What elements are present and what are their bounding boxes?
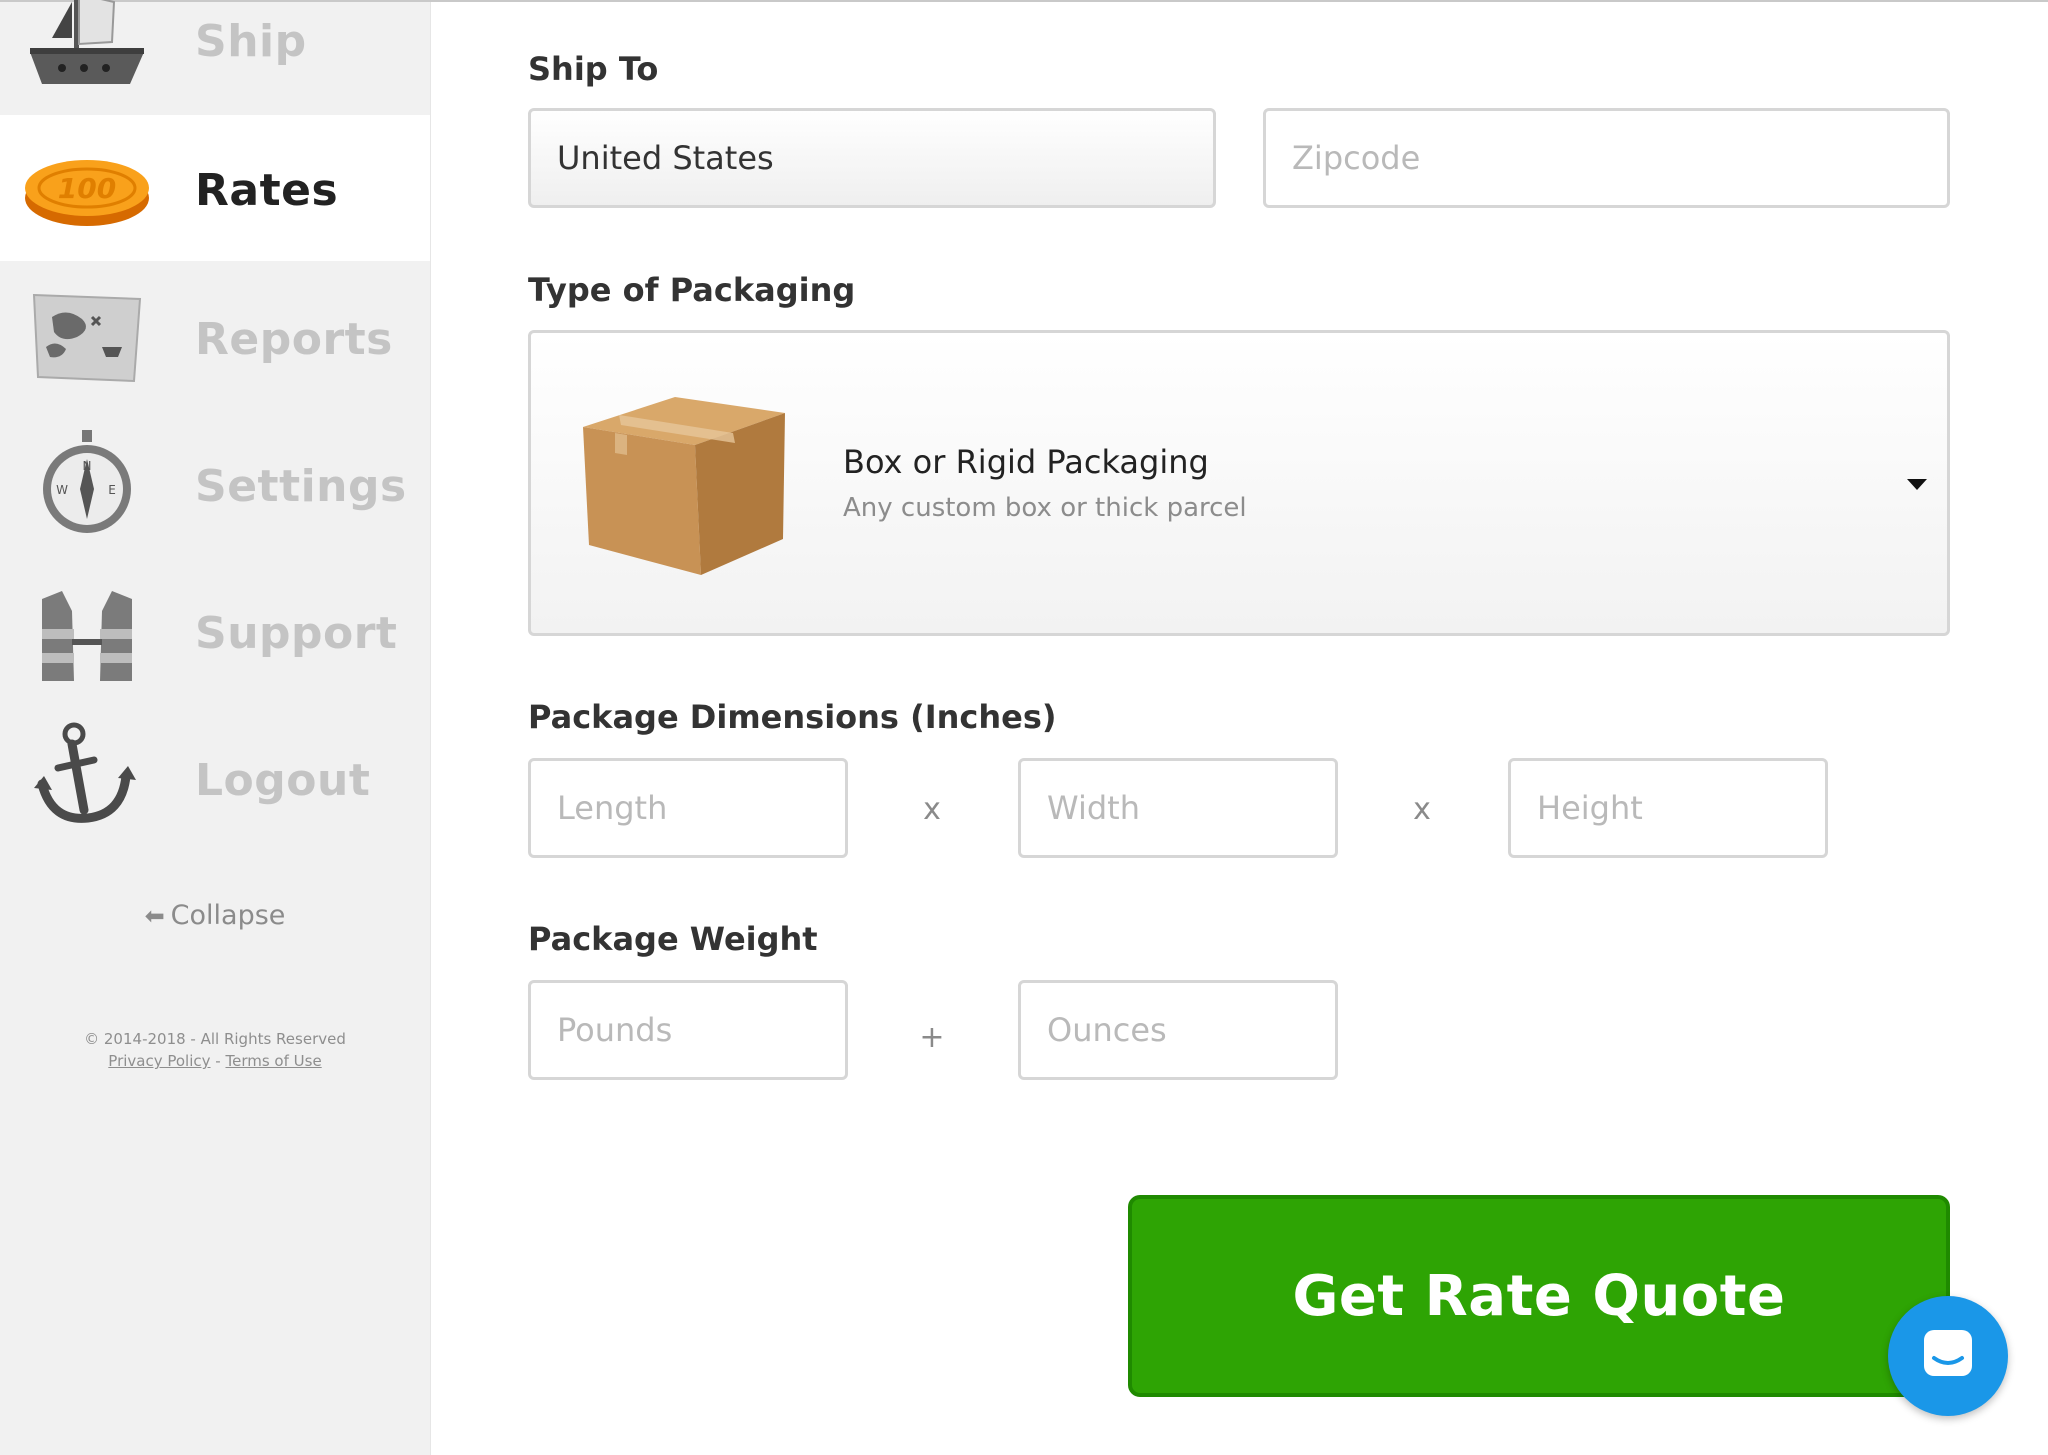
chat-launcher-button[interactable] [1888,1296,2008,1416]
width-input[interactable] [1018,758,1338,858]
life-vest-icon [22,571,152,691]
packaging-title: Box or Rigid Packaging [843,443,1209,481]
collapse-button[interactable]: ⬅ Collapse [0,900,430,931]
terms-of-use-link[interactable]: Terms of Use [225,1052,321,1070]
svg-text:E: E [108,483,116,497]
copyright-text: © 2014-2018 - All Rights Reserved [84,1030,346,1048]
cardboard-box-icon [575,389,795,579]
country-value: United States [557,139,774,177]
collapse-label: Collapse [170,900,286,931]
packaging-subtitle: Any custom box or thick parcel [843,493,1247,523]
packaging-select[interactable]: Box or Rigid Packaging Any custom box or… [528,330,1950,636]
svg-text:W: W [56,483,68,497]
arrow-left-icon: ⬅ [144,902,165,930]
treasure-map-icon [22,277,152,397]
privacy-policy-link[interactable]: Privacy Policy [108,1052,210,1070]
length-input[interactable] [528,758,848,858]
sidebar-item-rates[interactable]: 100 Rates [0,115,430,261]
country-select[interactable]: United States [528,108,1216,208]
svg-text:100: 100 [58,172,116,205]
gold-coin-icon: 100 [22,128,152,248]
sidebar-item-ship[interactable]: Ship [0,0,430,118]
sidebar-item-label: Settings [195,461,407,512]
weight-label: Package Weight [528,920,818,958]
anchor-icon [22,718,152,838]
weight-separator: + [919,1020,945,1055]
legal-footer: © 2014-2018 - All Rights Reserved Privac… [0,1028,430,1072]
sidebar-item-support[interactable]: Support [0,558,430,704]
dimensions-label: Package Dimensions (Inches) [528,698,1057,736]
sidebar-item-settings[interactable]: N W E Settings [0,411,430,557]
ounces-input[interactable] [1018,980,1338,1080]
sidebar: Ship 100 Rates Reports N W E Settings Su… [0,0,431,1455]
dropdown-caret-icon [1907,479,1927,490]
sidebar-item-label: Reports [195,314,393,365]
legal-separator: - [210,1052,226,1070]
ship-to-label: Ship To [528,50,659,88]
sidebar-item-label: Support [195,608,398,659]
sidebar-item-reports[interactable]: Reports [0,264,430,410]
sidebar-item-label: Rates [195,165,339,216]
compass-icon: N W E [22,424,152,544]
dimension-separator: x [1413,792,1431,827]
chat-bubble-icon [1918,1324,1978,1388]
height-input[interactable] [1508,758,1828,858]
get-rate-quote-button[interactable]: Get Rate Quote [1128,1195,1950,1397]
sidebar-item-logout[interactable]: Logout [0,705,430,851]
sidebar-item-label: Ship [195,16,307,67]
svg-text:N: N [83,459,92,473]
dimension-separator: x [923,792,941,827]
packaging-label: Type of Packaging [528,271,856,309]
pirate-ship-icon [22,0,152,102]
sidebar-item-label: Logout [195,755,371,806]
zipcode-input[interactable] [1263,108,1950,208]
pounds-input[interactable] [528,980,848,1080]
